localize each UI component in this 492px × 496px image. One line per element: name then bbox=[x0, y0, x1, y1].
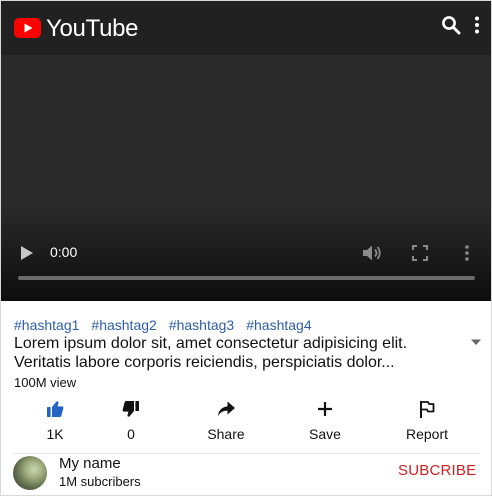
player-more-icon[interactable] bbox=[463, 244, 471, 262]
subscribe-button[interactable]: SUBCRIBE bbox=[398, 462, 476, 479]
save-label: Save bbox=[309, 426, 341, 442]
volume-icon[interactable] bbox=[362, 244, 382, 262]
share-label: Share bbox=[207, 426, 245, 442]
brand-name[interactable]: YouTube bbox=[46, 15, 139, 43]
save-button[interactable]: Save bbox=[285, 399, 365, 445]
channel-name[interactable]: My name bbox=[59, 455, 121, 472]
thumbs-down-icon bbox=[122, 401, 139, 417]
play-icon[interactable] bbox=[20, 245, 34, 261]
youtube-play-logo-icon[interactable] bbox=[14, 18, 41, 38]
current-time: 0:00 bbox=[50, 244, 78, 260]
view-count: 100M view bbox=[14, 375, 77, 390]
hashtag-link[interactable]: #hashtag4 bbox=[246, 317, 311, 333]
action-bar: 1K 0 Share Save Report bbox=[1, 399, 491, 445]
more-vertical-icon[interactable] bbox=[471, 15, 483, 35]
top-bar: YouTube bbox=[1, 1, 491, 55]
progress-bar[interactable] bbox=[18, 276, 475, 280]
channel-avatar[interactable] bbox=[13, 456, 47, 490]
subscriber-count: 1M subcribers bbox=[59, 474, 141, 489]
dislike-count: 0 bbox=[127, 426, 135, 442]
video-description: Lorem ipsum dolor sit, amet consectetur … bbox=[14, 334, 454, 372]
share-button[interactable]: Share bbox=[186, 399, 266, 445]
flag-icon bbox=[420, 401, 435, 418]
description-line: Veritatis labore corporis reiciendis, pe… bbox=[14, 354, 395, 371]
thumbs-up-icon bbox=[47, 401, 64, 417]
expand-description-icon[interactable] bbox=[470, 338, 482, 346]
description-line: Lorem ipsum dolor sit, amet consectetur … bbox=[14, 335, 408, 352]
video-player[interactable]: 0:00 bbox=[1, 55, 491, 301]
hashtag-link[interactable]: #hashtag1 bbox=[14, 317, 79, 333]
share-icon bbox=[218, 401, 235, 416]
hashtag-link[interactable]: #hashtag3 bbox=[169, 317, 234, 333]
divider bbox=[14, 453, 480, 454]
search-icon[interactable] bbox=[441, 15, 461, 35]
report-label: Report bbox=[405, 426, 449, 442]
youtube-app: YouTube 0:00 #hashtag1 #hashtag2 #hashta… bbox=[0, 0, 492, 496]
like-count: 1K bbox=[46, 426, 64, 442]
dislike-button[interactable]: 0 bbox=[91, 399, 171, 445]
report-button[interactable]: Report bbox=[387, 399, 467, 445]
hashtag-link[interactable]: #hashtag2 bbox=[91, 317, 156, 333]
fullscreen-icon[interactable] bbox=[412, 245, 428, 261]
hashtag-list: #hashtag1 #hashtag2 #hashtag3 #hashtag4 bbox=[14, 317, 324, 333]
like-button[interactable]: 1K bbox=[15, 399, 95, 445]
plus-icon bbox=[318, 402, 332, 416]
